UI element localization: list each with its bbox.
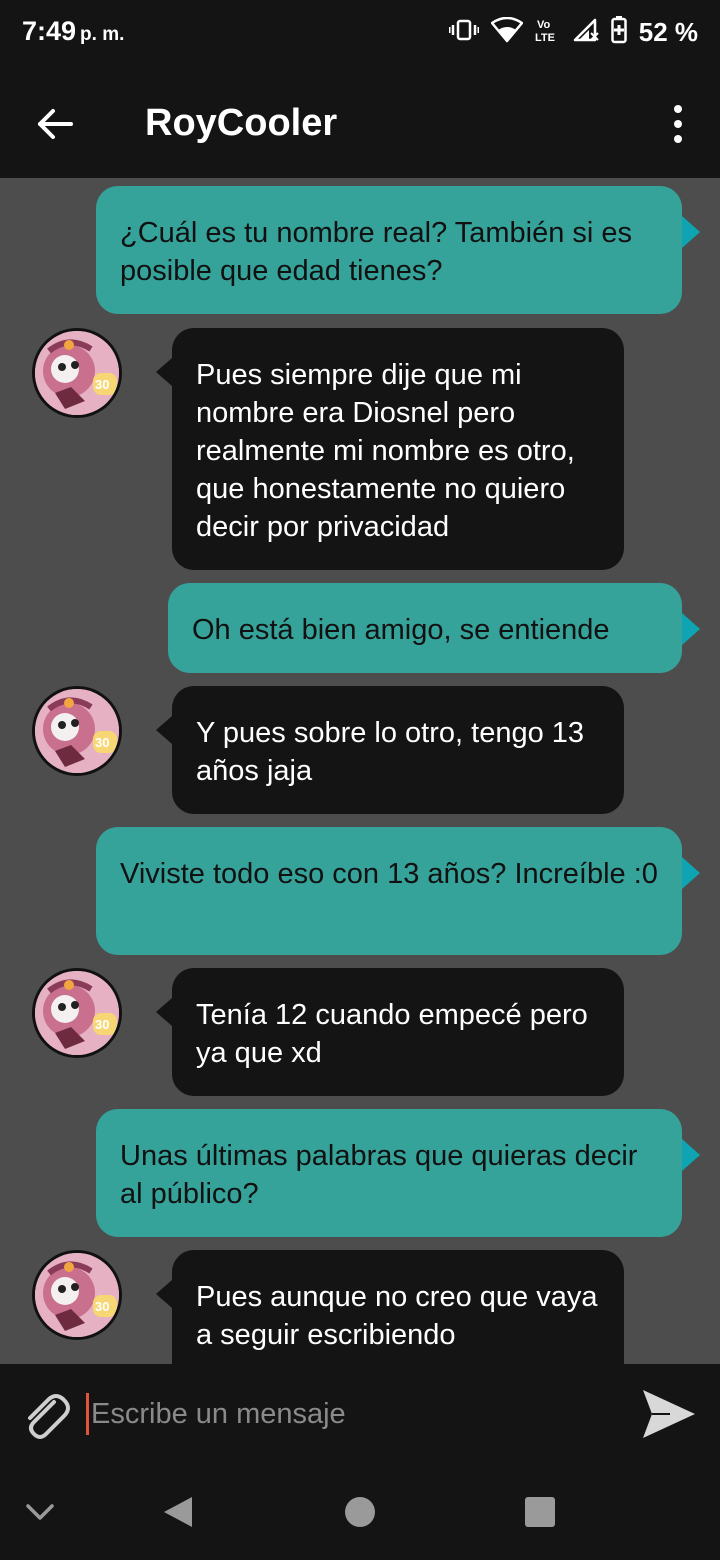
back-triangle-icon [164, 1497, 192, 1527]
message-text: Viviste todo eso con 13 años? Increíble … [120, 858, 658, 890]
recents-square-icon [525, 1497, 555, 1527]
back-button[interactable] [30, 100, 80, 148]
avatar-image: 30 [35, 331, 119, 415]
cell-signal-icon [573, 18, 599, 47]
svg-text:30: 30 [95, 1299, 109, 1314]
more-vertical-icon-dot [674, 135, 682, 143]
avatar[interactable]: 30 [32, 1250, 122, 1340]
incoming-message[interactable]: Pues siempre dije que mi nombre era Dios… [156, 328, 624, 570]
bubble-tail [156, 998, 172, 1026]
more-vertical-icon-dot [674, 120, 682, 128]
incoming-message[interactable]: Tenía 12 cuando empecé pero ya que xd [156, 968, 624, 1096]
attach-button[interactable] [18, 1388, 72, 1442]
message-text: ¿Cuál es tu nombre real? También si es p… [120, 217, 633, 287]
avatar-image: 30 [35, 971, 119, 1055]
bubble-tail [156, 716, 172, 744]
system-nav-bar [0, 1464, 720, 1560]
bubble-tail [682, 613, 700, 645]
home-circle-icon [345, 1497, 375, 1527]
avatar[interactable]: 30 [32, 686, 122, 776]
message-text: Unas últimas palabras que quieras decir … [120, 1140, 638, 1210]
avatar-image: 30 [35, 689, 119, 773]
outgoing-message[interactable]: ¿Cuál es tu nombre real? También si es p… [96, 186, 700, 314]
chat-title[interactable]: RoyCooler [145, 102, 337, 145]
paperclip-icon [28, 1394, 70, 1439]
avatar-image: 30 [35, 1253, 119, 1337]
volte-icon: Vo LTE [535, 17, 561, 48]
send-icon [643, 1390, 695, 1438]
outgoing-message[interactable]: Viviste todo eso con 13 años? Increíble … [96, 827, 700, 955]
outgoing-message[interactable]: Oh está bien amigo, se entiende [168, 583, 700, 673]
bubble-tail [156, 1280, 172, 1308]
text-cursor [86, 1393, 89, 1435]
nav-home-button[interactable] [342, 1492, 378, 1532]
message-text: Pues siempre dije que mi nombre era Dios… [196, 359, 575, 543]
send-button[interactable] [640, 1386, 698, 1442]
message-text: Pues aunque no creo que vaya a seguir es… [196, 1281, 598, 1351]
svg-text:30: 30 [95, 377, 109, 392]
bubble-tail [682, 857, 700, 889]
status-time-ampm: p. m. [80, 24, 125, 45]
message-input-placeholder: Escribe un mensaje [91, 1397, 346, 1430]
vibrate-icon [448, 18, 480, 47]
nav-hide-keyboard-button[interactable] [22, 1492, 58, 1532]
battery-percent: 52 % [638, 17, 698, 47]
nav-recents-button[interactable] [522, 1492, 558, 1532]
svg-text:Vo: Vo [537, 19, 551, 31]
more-options-button[interactable] [666, 100, 690, 148]
status-time: 7:49 p. m. [22, 16, 124, 47]
status-time-value: 7:49 [22, 16, 77, 46]
bubble-tail [682, 216, 700, 248]
status-icons: Vo LTE 52 % [448, 16, 698, 49]
wifi-icon [490, 16, 523, 48]
avatar[interactable]: 30 [32, 968, 122, 1058]
incoming-message[interactable]: Pues aunque no creo que vaya a seguir es… [156, 1250, 624, 1364]
svg-text:30: 30 [95, 1017, 109, 1032]
message-text: Oh está bien amigo, se entiende [192, 614, 610, 646]
chevron-down-icon [26, 1504, 54, 1520]
message-input[interactable]: Escribe un mensaje [86, 1386, 626, 1442]
nav-back-button[interactable] [160, 1492, 196, 1532]
bubble-tail [682, 1139, 700, 1171]
message-composer: Escribe un mensaje [0, 1364, 720, 1464]
message-list[interactable]: ¿Cuál es tu nombre real? También si es p… [0, 178, 720, 1364]
message-text: Y pues sobre lo otro, tengo 13 años jaja [196, 717, 585, 787]
message-text: Tenía 12 cuando empecé pero ya que xd [196, 999, 588, 1069]
chat-header: RoyCooler [0, 70, 720, 178]
battery-icon [610, 16, 627, 49]
status-bar: 7:49 p. m. Vo LTE 52 % [0, 0, 720, 70]
avatar[interactable]: 30 [32, 328, 122, 418]
incoming-message[interactable]: Y pues sobre lo otro, tengo 13 años jaja [156, 686, 624, 814]
bubble-tail [156, 358, 172, 386]
more-vertical-icon-dot [674, 105, 682, 113]
svg-text:LTE: LTE [535, 32, 555, 43]
outgoing-message[interactable]: Unas últimas palabras que quieras decir … [96, 1109, 700, 1237]
arrow-left-icon [38, 109, 73, 139]
svg-text:30: 30 [95, 735, 109, 750]
